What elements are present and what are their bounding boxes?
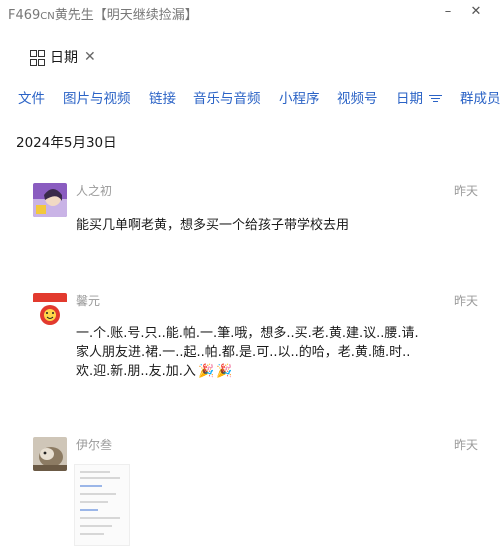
tab-date-label: 日期 bbox=[396, 91, 423, 107]
message-text: 一.个.账.号.只..能.帕.一.筆.哦，想多..买.老.黄.建.议..腰.请.… bbox=[76, 324, 466, 381]
avatar[interactable] bbox=[33, 293, 67, 327]
title-rest: 黄先生【明天继续捡漏】 bbox=[54, 8, 198, 23]
category-tabs: 文件 图片与视频 链接 音乐与音频 小程序 视频号 日期 群成员 bbox=[0, 88, 500, 110]
party-popper-icon: 🎉 bbox=[216, 364, 233, 379]
tab-channels[interactable]: 视频号 bbox=[337, 88, 378, 110]
message-line: 一.个.账.号.只..能.帕.一.筆.哦，想多..买.老.黄.建.议..腰.请. bbox=[76, 326, 419, 341]
sender-name: 伊尔叁 bbox=[76, 438, 113, 452]
message-time: 昨天 bbox=[453, 184, 478, 198]
tab-links[interactable]: 链接 bbox=[149, 88, 176, 110]
clear-filter-button[interactable]: ✕ bbox=[84, 49, 96, 65]
avatar[interactable] bbox=[33, 183, 67, 217]
filter-icon bbox=[429, 94, 442, 104]
title-prefix: F469 bbox=[8, 8, 41, 23]
tab-date[interactable]: 日期 bbox=[396, 88, 442, 110]
window-title: F469CN黄先生【明天继续捡漏】 bbox=[8, 4, 198, 23]
message-text: 能买几单啊老黄，想多买一个给孩子带学校去用 bbox=[76, 218, 350, 233]
message-time: 昨天 bbox=[453, 438, 478, 452]
tab-files[interactable]: 文件 bbox=[18, 88, 45, 110]
sender-name: 馨元 bbox=[76, 294, 101, 308]
message-time: 昨天 bbox=[453, 294, 478, 308]
close-button[interactable]: ✕ bbox=[466, 2, 486, 22]
tab-mini-programs[interactable]: 小程序 bbox=[279, 88, 320, 110]
message-line-text: 欢.迎.新.朋..友.加.入 bbox=[76, 364, 196, 379]
active-filter: 日期 ✕ bbox=[30, 46, 96, 68]
message-line: 欢.迎.新.朋..友.加.入 🎉 🎉 bbox=[76, 362, 466, 381]
tab-music-audio[interactable]: 音乐与音频 bbox=[193, 88, 261, 110]
sender-name: 人之初 bbox=[76, 184, 113, 198]
minimize-button[interactable]: – bbox=[438, 2, 458, 22]
title-bar: F469CN黄先生【明天继续捡漏】 – ✕ bbox=[0, 0, 500, 26]
date-header: 2024年5月30日 bbox=[16, 135, 117, 151]
grid-icon bbox=[30, 50, 45, 66]
party-popper-icon: 🎉 bbox=[197, 364, 215, 379]
tab-group-members[interactable]: 群成员 bbox=[460, 88, 500, 110]
filter-label: 日期 bbox=[50, 50, 78, 66]
message-line: 家人朋友进.裙.一..起..帕.都.是.可..以..的哈，老.黄.随.时.. bbox=[76, 345, 411, 360]
title-small: CN bbox=[40, 11, 55, 22]
tab-images-videos[interactable]: 图片与视频 bbox=[63, 88, 131, 110]
image-thumbnail[interactable] bbox=[74, 464, 130, 546]
avatar[interactable] bbox=[33, 437, 67, 471]
